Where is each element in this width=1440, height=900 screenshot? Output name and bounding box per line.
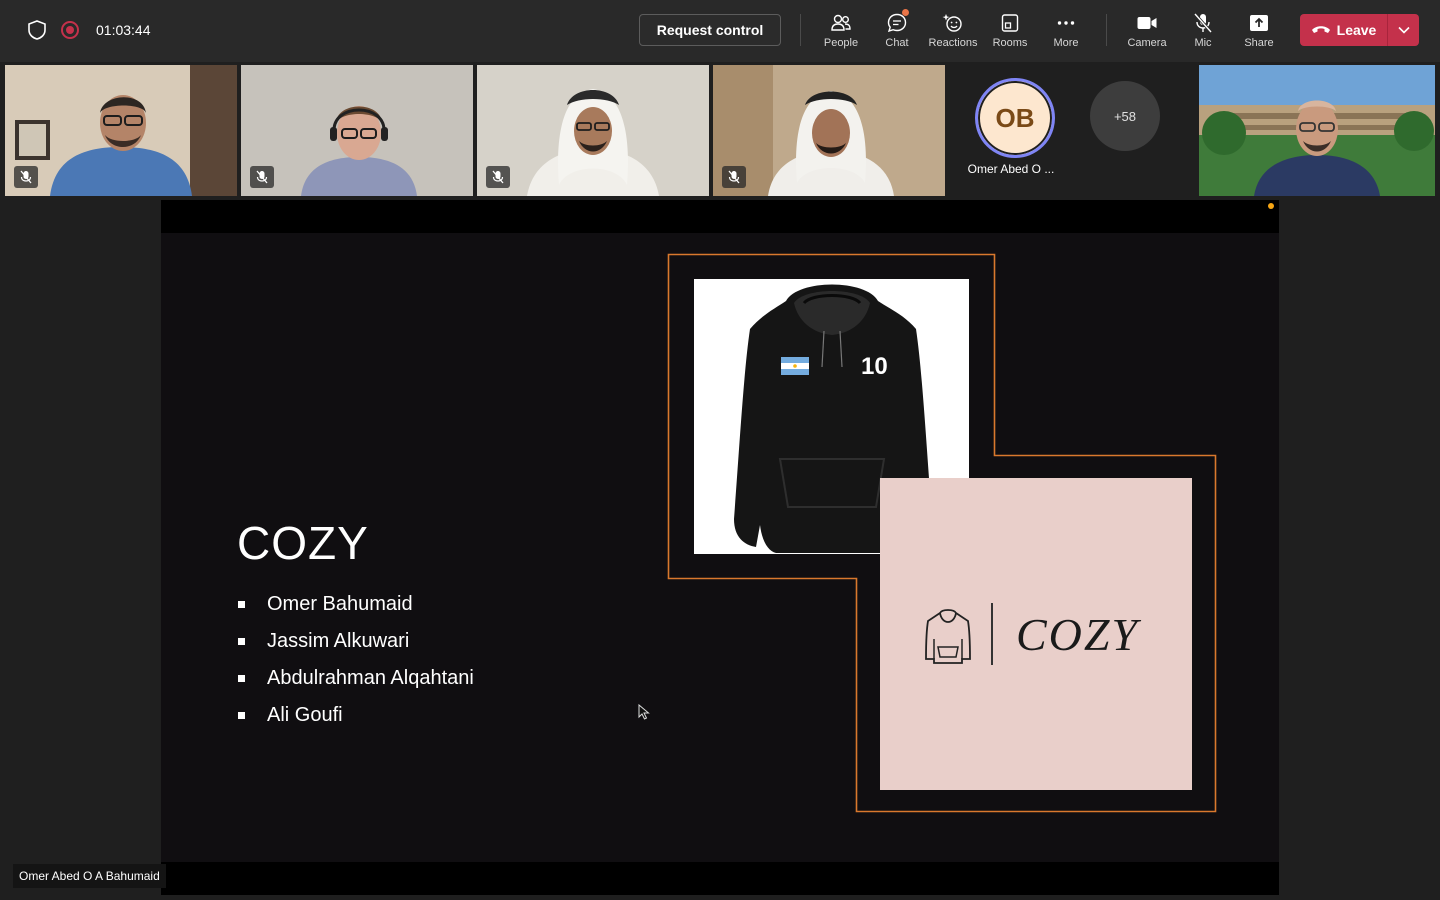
people-label: People: [823, 37, 859, 49]
muted-indicator: [486, 166, 510, 188]
reactions-button[interactable]: Reactions: [925, 8, 981, 54]
leave-button[interactable]: Leave: [1300, 14, 1387, 46]
rooms-icon: [1001, 14, 1019, 32]
shield-icon[interactable]: [26, 19, 48, 41]
leave-options-button[interactable]: [1388, 14, 1419, 46]
camera-icon: [1137, 17, 1157, 29]
rooms-label: Rooms: [992, 37, 1028, 49]
share-icon: [1250, 15, 1268, 31]
shared-content-stage: COZY Omer Bahumaid Jassim Alkuwari Abdul…: [161, 200, 1279, 895]
mic-button[interactable]: Mic: [1175, 8, 1231, 54]
participant-video-tile[interactable]: [241, 65, 473, 196]
muted-indicator: [250, 166, 274, 188]
participant-strip: OB Omer Abed O ... +58: [0, 62, 1440, 200]
leave-button-group: Leave: [1300, 14, 1419, 46]
participant-video: [5, 65, 237, 196]
more-participants-button[interactable]: +58: [1090, 81, 1160, 151]
participant-video: [1199, 65, 1435, 196]
mic-off-icon: [492, 170, 504, 184]
logo-divider: [991, 603, 993, 665]
muted-indicator: [722, 166, 746, 188]
mic-off-icon: [728, 170, 740, 184]
more-icon: [1057, 21, 1075, 25]
participant-video-tile[interactable]: [1199, 65, 1435, 196]
share-button[interactable]: Share: [1231, 8, 1287, 54]
meeting-timer: 01:03:44: [96, 22, 151, 38]
more-button[interactable]: More: [1038, 8, 1094, 54]
camera-button[interactable]: Camera: [1119, 8, 1175, 54]
participant-video: [477, 65, 709, 196]
mic-off-icon: [1193, 13, 1213, 33]
toolbar-divider: [800, 14, 801, 46]
more-label: More: [1053, 37, 1079, 49]
brand-logo-text: COZY: [1016, 609, 1140, 660]
more-participants-count: +58: [1113, 108, 1137, 124]
stage-letterbox-bottom: [161, 862, 1279, 895]
people-button[interactable]: People: [813, 8, 869, 54]
hoodie-outline-icon: [925, 609, 971, 664]
participant-video: [241, 65, 473, 196]
request-control-button[interactable]: Request control: [639, 14, 781, 46]
brand-logo-card: COZY: [880, 478, 1192, 790]
participant-video-tile[interactable]: [713, 65, 945, 196]
mic-off-icon: [256, 170, 268, 184]
chat-label: Chat: [885, 37, 909, 49]
participant-video: [713, 65, 945, 196]
avatar-name: Omer Abed O ...: [967, 162, 1055, 176]
muted-indicator: [14, 166, 38, 188]
toolbar-divider: [1106, 14, 1107, 46]
reactions-label: Reactions: [928, 37, 978, 49]
recording-icon: [61, 21, 79, 39]
camera-label: Camera: [1127, 37, 1167, 49]
phone-hangup-icon: [1311, 26, 1330, 33]
avatar[interactable]: OB: [975, 78, 1055, 158]
mouse-cursor-icon: [638, 704, 650, 720]
rooms-button[interactable]: Rooms: [982, 8, 1038, 54]
mic-label: Mic: [1194, 37, 1212, 49]
participant-video-tile[interactable]: [477, 65, 709, 196]
presenter-name-label: Omer Abed O A Bahumaid: [13, 864, 166, 888]
meeting-toolbar: 01:03:44 Request control People Chat Rea…: [0, 0, 1440, 62]
mic-off-icon: [20, 170, 32, 184]
reactions-icon: [942, 14, 962, 32]
share-label: Share: [1244, 37, 1274, 49]
people-icon: [831, 14, 851, 31]
chat-unread-badge: [902, 9, 909, 16]
leave-label: Leave: [1336, 22, 1377, 38]
avatar-initials: OB: [995, 102, 1035, 133]
chat-button[interactable]: Chat: [869, 8, 925, 54]
hoodie-number: 10: [861, 353, 888, 380]
participant-video-tile[interactable]: [5, 65, 237, 196]
chevron-down-icon: [1397, 26, 1410, 34]
